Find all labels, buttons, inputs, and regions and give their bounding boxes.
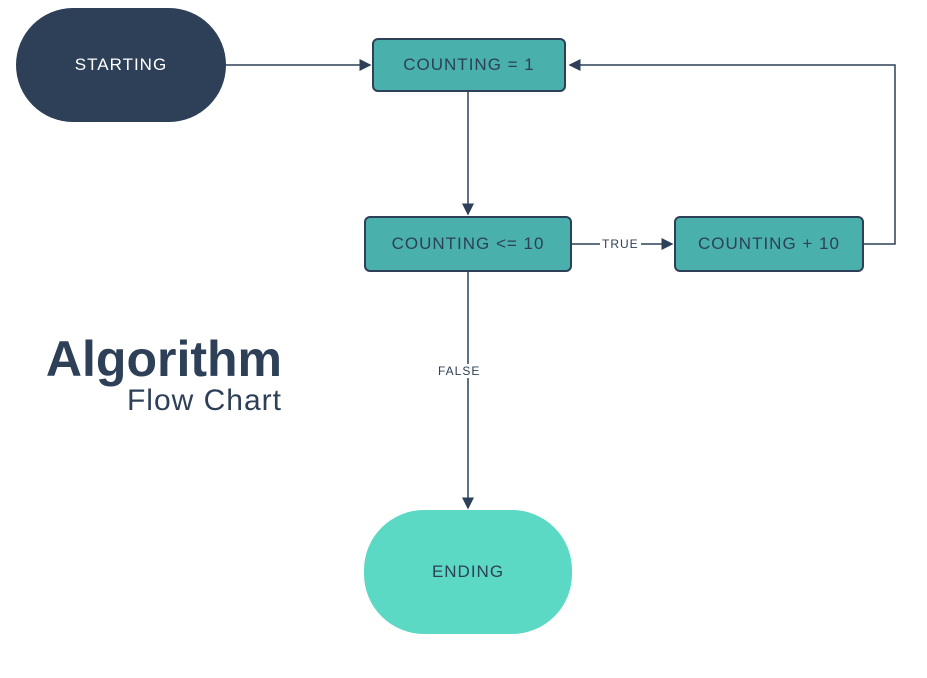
true-edge-label: TRUE	[600, 237, 641, 251]
counting-cond-node: COUNTING <= 10	[364, 216, 572, 272]
end-label: ENDING	[432, 562, 504, 582]
counting-inc-label: COUNTING + 10	[698, 234, 840, 254]
title-block: Algorithm Flow Chart	[16, 330, 282, 418]
false-edge-label: FALSE	[436, 364, 482, 378]
title-sub: Flow Chart	[16, 384, 282, 418]
counting-cond-label: COUNTING <= 10	[392, 234, 545, 254]
end-node: ENDING	[364, 510, 572, 634]
counting-inc-node: COUNTING + 10	[674, 216, 864, 272]
counting-init-label: COUNTING = 1	[403, 55, 535, 75]
start-label: STARTING	[75, 55, 167, 75]
title-main: Algorithm	[16, 330, 282, 388]
start-node: STARTING	[16, 8, 226, 122]
counting-init-node: COUNTING = 1	[372, 38, 566, 92]
